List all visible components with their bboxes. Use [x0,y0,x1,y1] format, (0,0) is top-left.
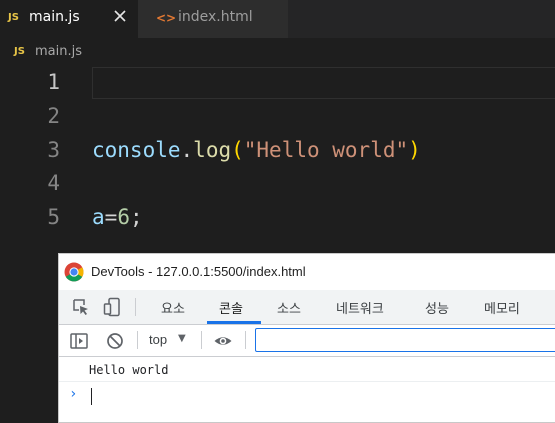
line-number: 2 [47,104,60,128]
code-line-3[interactable]: console.log("Hello world") [92,138,421,162]
line-number: 4 [47,171,60,195]
html-file-icon: <> [156,11,177,25]
tab-label: main.js [29,9,80,25]
breadcrumb[interactable]: JS main.js [0,38,555,66]
code-token-paren: ( [231,138,244,162]
code-token-paren: ) [408,138,421,162]
tab-memory[interactable]: 메모리 [484,298,520,317]
line-number: 3 [47,138,60,162]
prompt-chevron-icon: › [69,386,78,402]
devtools-tab-bar: 요소 콘솔 소스 네트워크 성능 메모리 [59,290,555,325]
code-line-5[interactable]: a=6; [92,205,143,229]
active-tab-indicator [207,321,261,324]
devtools-title-bar[interactable]: DevTools - 127.0.0.1:5500/index.html [59,254,555,290]
toolbar-divider [201,331,202,349]
devtools-title: DevTools - 127.0.0.1:5500/index.html [91,264,306,279]
clear-console-icon[interactable] [105,331,125,351]
devtools-window: DevTools - 127.0.0.1:5500/index.html 요소 … [58,253,555,423]
console-input-prompt[interactable]: › [59,382,555,412]
line-number: 1 [47,70,60,94]
context-selector[interactable]: top [149,332,167,347]
tab-elements[interactable]: 요소 [161,298,185,317]
inspect-element-icon[interactable] [71,297,91,317]
code-token-object: console [92,138,181,162]
eye-icon[interactable] [213,331,233,351]
javascript-file-icon: JS [14,46,25,57]
dropdown-arrow-icon[interactable]: ▼ [178,333,186,344]
code-token-operator: = [104,205,118,229]
toolbar-divider [245,331,246,349]
tab-performance[interactable]: 성능 [425,298,449,317]
code-token-semicolon: ; [129,205,143,229]
close-icon[interactable] [112,8,128,24]
tab-label: index.html [178,9,253,25]
code-token-number: 6 [117,205,130,229]
tab-index-html[interactable]: <> index.html [138,0,288,38]
toolbar-divider [135,298,136,316]
console-message-row: Hello world [59,357,555,382]
code-token-dot: . [180,138,194,162]
toolbar-divider [137,331,138,349]
javascript-file-icon: JS [8,12,19,23]
breadcrumb-file[interactable]: main.js [35,44,82,59]
tab-sources[interactable]: 소스 [277,298,301,317]
device-toolbar-icon[interactable] [103,297,123,317]
tab-console[interactable]: 콘솔 [219,298,243,317]
text-caret [91,388,92,405]
tab-network[interactable]: 네트워크 [336,298,384,317]
tab-main-js[interactable]: JS main.js [0,0,138,38]
console-toolbar: top ▼ [59,325,555,357]
show-sidebar-icon[interactable] [69,331,89,351]
code-token-function: log [193,138,232,162]
line-number: 5 [47,205,60,229]
code-token-string: "Hello world" [243,138,409,162]
editor-tab-bar: JS main.js <> index.html [0,0,555,38]
current-line-highlight[interactable] [92,67,555,99]
console-filter-input[interactable] [255,328,555,352]
chrome-logo-icon [64,262,84,282]
console-message-text: Hello world [89,363,169,377]
code-token-variable: a [92,205,105,229]
